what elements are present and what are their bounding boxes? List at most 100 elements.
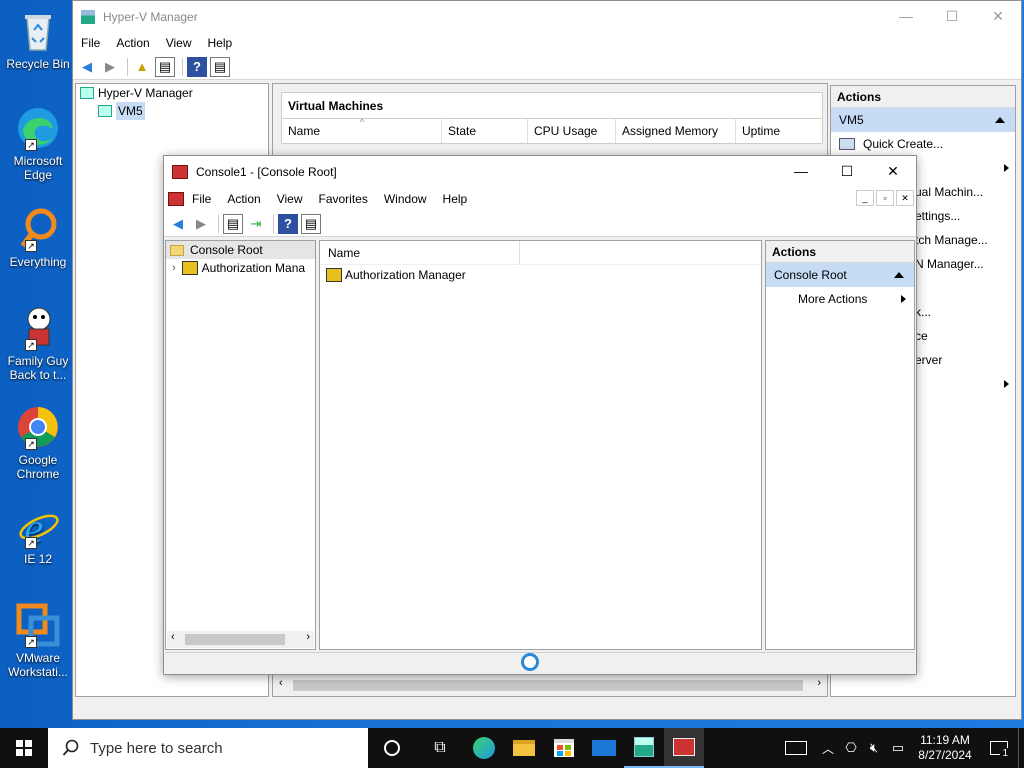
up-folder-icon[interactable]: ▲: [132, 57, 152, 77]
hyperv-titlebar[interactable]: Hyper-V Manager — ☐ ✕: [73, 1, 1021, 32]
menu-help[interactable]: Help: [435, 192, 476, 206]
tree-label: VM5: [116, 102, 145, 120]
column-assigned-memory[interactable]: Assigned Memory: [616, 119, 736, 143]
toolbar-separator: [273, 214, 274, 233]
actions-group-console-root[interactable]: Console Root: [766, 263, 914, 287]
menu-action[interactable]: Action: [108, 36, 157, 50]
menu-help[interactable]: Help: [200, 36, 241, 50]
tree-item-console-root[interactable]: Console Root: [166, 241, 315, 259]
taskbar-mmc[interactable]: [664, 728, 704, 768]
vm-list-header: Name State CPU Usage Assigned Memory Upt…: [281, 117, 823, 144]
action-quick-create[interactable]: Quick Create...: [831, 132, 1015, 156]
hyperv-icon: [634, 737, 654, 757]
list-item[interactable]: Authorization Manager: [320, 265, 761, 285]
menu-view[interactable]: View: [269, 192, 311, 206]
hyperv-icon: [80, 87, 94, 99]
search-box[interactable]: Type here to search: [48, 728, 368, 768]
maximize-button[interactable]: ☐: [824, 156, 870, 186]
maximize-button[interactable]: ☐: [929, 1, 975, 31]
windows-logo-icon: [16, 740, 32, 756]
submenu-arrow-icon: [1004, 164, 1009, 172]
tree-label: Console Root: [190, 243, 263, 257]
scroll-thumb[interactable]: [185, 634, 285, 645]
tree-item-authorization-manager[interactable]: › Authorization Mana: [166, 259, 315, 277]
task-view-button[interactable]: ⧉: [416, 728, 464, 768]
mdi-restore-button[interactable]: ▫: [876, 190, 894, 206]
export-list-icon[interactable]: ⇥: [246, 214, 266, 234]
menu-view[interactable]: View: [158, 36, 200, 50]
taskbar-edge[interactable]: [464, 728, 504, 768]
volume-button[interactable]: 🔇︎: [862, 728, 886, 768]
desktop-icon-edge[interactable]: ↗ Microsoft Edge: [4, 105, 72, 182]
action-more-actions[interactable]: More Actions: [766, 287, 914, 311]
chevron-up-icon: ︿: [821, 741, 834, 756]
collapse-icon[interactable]: [995, 117, 1005, 123]
desktop-icon-family-guy[interactable]: ↗ Family Guy Back to t...: [4, 305, 72, 382]
clock[interactable]: 11:19 AM 8/27/2024: [910, 733, 980, 763]
taskbar-hyperv-manager[interactable]: [624, 728, 664, 768]
scroll-left-icon[interactable]: ‹: [279, 677, 283, 689]
scroll-left-icon[interactable]: ‹: [171, 631, 175, 643]
menu-window[interactable]: Window: [376, 192, 435, 206]
taskbar-file-explorer[interactable]: [504, 728, 544, 768]
desktop-icon-vmware[interactable]: ↗ VMware Workstati...: [4, 602, 72, 679]
help-icon[interactable]: ?: [187, 56, 207, 77]
cortana-button[interactable]: [368, 728, 416, 768]
column-state[interactable]: State: [442, 119, 528, 143]
console-tree-pane: Console Root › Authorization Mana ‹ ›: [165, 240, 316, 650]
scroll-right-icon[interactable]: ›: [817, 677, 821, 689]
notification-center-button[interactable]: 1: [980, 728, 1018, 768]
menu-action[interactable]: Action: [219, 192, 268, 206]
close-button[interactable]: ✕: [975, 1, 1021, 31]
forward-arrow-icon[interactable]: ▶: [100, 57, 120, 77]
console-titlebar[interactable]: Console1 - [Console Root] — ☐ ✕: [164, 156, 916, 187]
hyperv-menubar: File Action View Help: [73, 32, 1021, 54]
touch-keyboard-button[interactable]: [776, 728, 816, 768]
console-actions-pane: Actions Console Root More Actions: [765, 240, 915, 650]
tree-item-hyperv-manager[interactable]: Hyper-V Manager: [76, 84, 268, 102]
column-name[interactable]: Name: [320, 241, 520, 265]
back-arrow-icon[interactable]: ◀: [77, 57, 97, 77]
show-hidden-icons-button[interactable]: ︿: [816, 728, 840, 768]
hyperv-title: Hyper-V Manager: [103, 9, 198, 24]
desktop-icon-ie[interactable]: e ↗ IE 12: [4, 503, 72, 566]
back-arrow-icon[interactable]: ◀: [168, 214, 188, 234]
meet-now-button[interactable]: ⎔: [840, 728, 862, 768]
expand-chevron-icon[interactable]: ›: [172, 259, 176, 277]
minimize-button[interactable]: —: [778, 156, 824, 186]
mdi-close-button[interactable]: ✕: [896, 190, 914, 206]
forward-arrow-icon[interactable]: ▶: [191, 214, 211, 234]
show-hide-tree-icon[interactable]: ▤: [155, 56, 175, 77]
menu-file[interactable]: File: [184, 192, 219, 206]
tree-horizontal-scrollbar[interactable]: ‹ ›: [167, 631, 314, 648]
start-button[interactable]: [0, 728, 48, 768]
close-button[interactable]: ✕: [870, 156, 916, 186]
action-pane-icon[interactable]: ▤: [210, 56, 230, 77]
menu-file[interactable]: File: [73, 36, 108, 50]
action-label: More Actions: [798, 292, 868, 306]
column-uptime[interactable]: Uptime: [736, 119, 822, 143]
network-button[interactable]: ▭: [886, 728, 910, 768]
action-label: k...: [915, 305, 932, 319]
desktop-icon-everything[interactable]: ↗ Everything: [4, 206, 72, 269]
desktop-icon-chrome[interactable]: ↗ Google Chrome: [4, 404, 72, 481]
console-status-bar: [165, 652, 915, 672]
scroll-right-icon[interactable]: ›: [306, 631, 310, 643]
action-pane-icon[interactable]: ▤: [301, 213, 321, 234]
minimize-button[interactable]: —: [883, 1, 929, 31]
collapse-icon[interactable]: [894, 272, 904, 278]
actions-group-vm5[interactable]: VM5: [831, 108, 1015, 132]
show-hide-tree-icon[interactable]: ▤: [223, 213, 243, 234]
scroll-thumb[interactable]: [293, 680, 803, 691]
taskbar-store[interactable]: [544, 728, 584, 768]
mdi-minimize-button[interactable]: _: [856, 190, 874, 206]
list-item-label: Authorization Manager: [345, 268, 466, 282]
help-icon[interactable]: ?: [278, 213, 298, 234]
taskbar-mail[interactable]: [584, 728, 624, 768]
desktop-icon-recycle-bin[interactable]: Recycle Bin: [4, 8, 72, 71]
tree-item-vm5[interactable]: VM5: [76, 102, 268, 120]
show-desktop-button[interactable]: [1018, 728, 1024, 768]
vm-horizontal-scrollbar[interactable]: ‹ ›: [275, 677, 825, 694]
menu-favorites[interactable]: Favorites: [311, 192, 376, 206]
column-cpu-usage[interactable]: CPU Usage: [528, 119, 616, 143]
